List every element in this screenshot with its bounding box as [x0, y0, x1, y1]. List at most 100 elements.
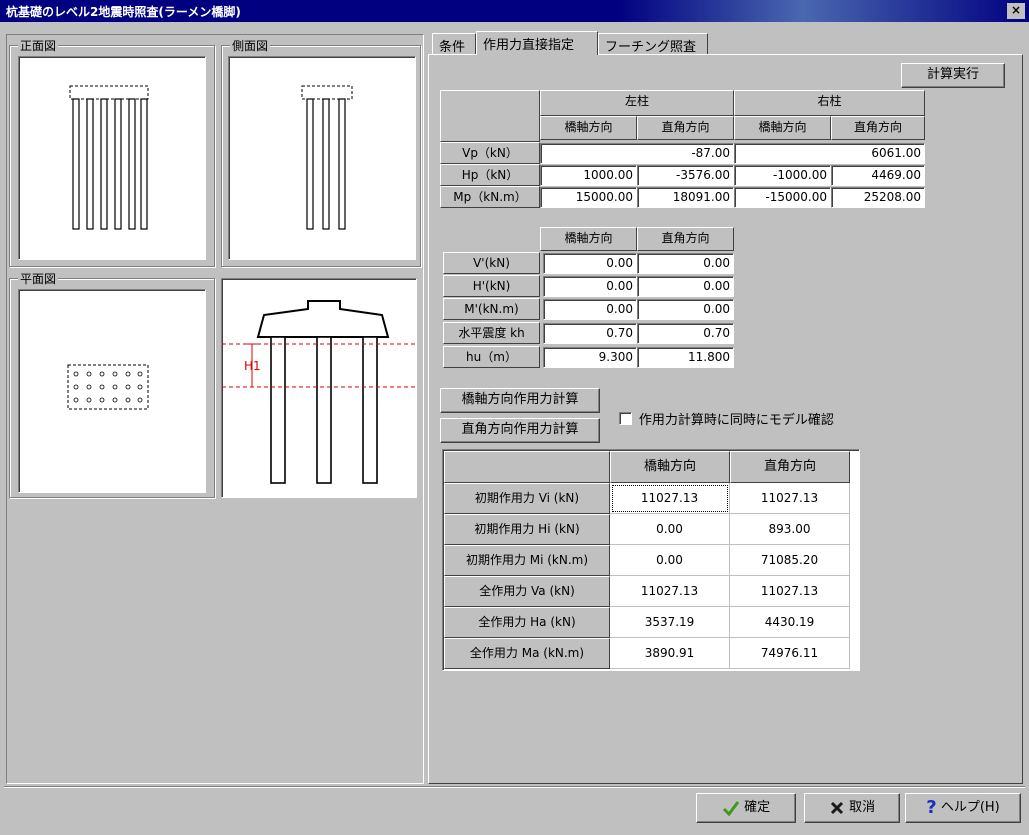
bridge-axis-calc-button[interactable]: 橋軸方向作用力計算 — [440, 388, 600, 413]
plan-view-label: 平面図 — [18, 270, 59, 287]
side-view-label: 側面図 — [230, 37, 271, 54]
result-grid: 橋軸方向 直角方向 初期作用力 Vi (kN) 11027.13 11027.1… — [442, 449, 860, 671]
left-column-header: 左柱 — [540, 90, 734, 116]
tab-direct-force[interactable]: 作用力直接指定 — [476, 31, 598, 55]
vp-left-input[interactable]: -87.00 — [540, 143, 734, 164]
mp-input[interactable]: 15000.00 — [540, 187, 637, 208]
hp-input[interactable]: 4469.00 — [831, 165, 925, 186]
close-icon: × — [1010, 3, 1022, 17]
mp-input[interactable]: 18091.00 — [637, 187, 734, 208]
row-label-m-prime: M'(kN.m) — [443, 298, 540, 320]
front-view-label: 正面図 — [18, 37, 59, 54]
tab-footing-check[interactable]: フーチング照査 — [598, 33, 708, 55]
result-cell[interactable]: 11027.13 — [730, 483, 850, 514]
ok-button[interactable]: 確定 — [696, 793, 796, 823]
side-view-drawing — [301, 85, 353, 230]
tab-direct-force-label: 作用力直接指定 — [483, 38, 575, 53]
table2-header: 橋軸方向 — [540, 227, 637, 251]
h-prime-input[interactable]: 0.00 — [543, 276, 637, 297]
tab-footing-check-label: フーチング照査 — [605, 40, 697, 55]
v-prime-input[interactable]: 0.00 — [543, 253, 637, 274]
plan-view-drawing — [67, 364, 149, 410]
title-bar: 杭基礎のレベル2地震時照査(ラーメン橋脚) × — [0, 0, 1029, 22]
sub-header: 橋軸方向 — [540, 116, 637, 140]
drawing-panel: 正面図 側面図 平面図 H1 — [6, 34, 424, 784]
result-cell[interactable]: 0.00 — [610, 514, 730, 545]
table2-header: 直角方向 — [637, 227, 734, 251]
row-label-hu: hu（m） — [443, 346, 540, 368]
m-prime-input[interactable]: 0.00 — [637, 299, 734, 320]
sub-header: 橋軸方向 — [734, 116, 831, 140]
right-column-header: 右柱 — [734, 90, 925, 116]
v-prime-input[interactable]: 0.00 — [637, 253, 734, 274]
hp-input[interactable]: 1000.00 — [540, 165, 637, 186]
frame-model-canvas: H1 — [221, 278, 417, 498]
result-row-label: 初期作用力 Mi (kN.m) — [444, 545, 610, 576]
result-header: 直角方向 — [730, 451, 850, 483]
row-label-kh: 水平震度 kh — [443, 322, 540, 344]
row-label-vp: Vp（kN） — [440, 142, 540, 164]
result-row-label: 初期作用力 Vi (kN) — [444, 483, 610, 514]
sub-header: 直角方向 — [637, 116, 734, 140]
row-label-mp: Mp（kN.m） — [440, 186, 540, 208]
front-view-drawing — [69, 85, 149, 230]
hp-input[interactable]: -1000.00 — [734, 165, 831, 186]
mp-input[interactable]: -15000.00 — [734, 187, 831, 208]
hu-input[interactable]: 9.300 — [543, 347, 637, 368]
close-button[interactable]: × — [1007, 3, 1025, 19]
m-prime-input[interactable]: 0.00 — [543, 299, 637, 320]
result-cell[interactable]: 4430.19 — [730, 607, 850, 638]
ok-label: 確定 — [744, 800, 771, 815]
result-header: 橋軸方向 — [610, 451, 730, 483]
sub-header: 直角方向 — [831, 116, 925, 140]
hu-input[interactable]: 11.800 — [637, 347, 734, 368]
result-row-label: 全作用力 Ha (kN) — [444, 607, 610, 638]
calculate-button[interactable]: 計算実行 — [901, 63, 1005, 88]
result-grid-corner — [444, 451, 610, 483]
h1-label: H1 — [244, 359, 261, 373]
frame-model-drawing: H1 — [222, 300, 416, 484]
result-cell[interactable]: 11027.13 — [730, 576, 850, 607]
tab-conditions-label: 条件 — [439, 40, 466, 55]
perpendicular-calc-button[interactable]: 直角方向作用力計算 — [440, 418, 600, 443]
plan-view-group: 平面図 — [9, 270, 215, 498]
help-label: ヘルプ(H) — [940, 800, 1000, 815]
window-title: 杭基礎のレベル2地震時照査(ラーメン橋脚) — [6, 5, 241, 19]
plan-view-canvas — [18, 289, 206, 493]
row-label-hp: Hp（kN） — [440, 164, 540, 186]
row-label-h-prime: H'(kN) — [443, 275, 540, 297]
tab-panel-direct-force: 計算実行 左柱 右柱 橋軸方向 直角方向 橋軸方向 直角方向 Vp（kN） -8… — [428, 54, 1023, 784]
result-cell[interactable]: 893.00 — [730, 514, 850, 545]
kh-input[interactable]: 0.70 — [543, 323, 637, 344]
result-cell[interactable]: 3890.91 — [610, 638, 730, 669]
front-view-group: 正面図 — [9, 37, 215, 267]
tab-conditions[interactable]: 条件 — [432, 33, 476, 55]
side-view-group: 側面図 — [221, 37, 421, 267]
cancel-button[interactable]: 取消 — [804, 793, 900, 823]
h-prime-input[interactable]: 0.00 — [637, 276, 734, 297]
result-cell[interactable]: 11027.13 — [610, 576, 730, 607]
result-row-label: 全作用力 Va (kN) — [444, 576, 610, 607]
front-view-canvas — [18, 56, 206, 260]
kh-input[interactable]: 0.70 — [637, 323, 734, 344]
model-check-option[interactable]: 作用力計算時に同時にモデル確認 — [619, 409, 834, 428]
dialog-button-bar: 確定 取消 ? ヘルプ(H) — [0, 786, 1029, 835]
help-button[interactable]: ? ヘルプ(H) — [905, 793, 1021, 823]
result-cell[interactable]: 0.00 — [610, 545, 730, 576]
result-cell[interactable]: 3537.19 — [610, 607, 730, 638]
result-row-label: 全作用力 Ma (kN.m) — [444, 638, 610, 669]
model-check-checkbox[interactable] — [619, 412, 632, 425]
table1-corner — [440, 90, 540, 142]
vp-right-input[interactable]: 6061.00 — [734, 143, 925, 164]
question-icon: ? — [926, 797, 937, 818]
hp-input[interactable]: -3576.00 — [637, 165, 734, 186]
result-cell[interactable]: 71085.20 — [730, 545, 850, 576]
x-icon — [830, 801, 843, 815]
mp-input[interactable]: 25208.00 — [831, 187, 925, 208]
row-label-v-prime: V'(kN) — [443, 252, 540, 274]
model-check-label: 作用力計算時に同時にモデル確認 — [638, 413, 834, 428]
result-cell[interactable]: 74976.11 — [730, 638, 850, 669]
side-view-canvas — [228, 56, 416, 260]
check-icon — [722, 801, 740, 817]
result-cell[interactable]: 11027.13 — [610, 483, 730, 514]
